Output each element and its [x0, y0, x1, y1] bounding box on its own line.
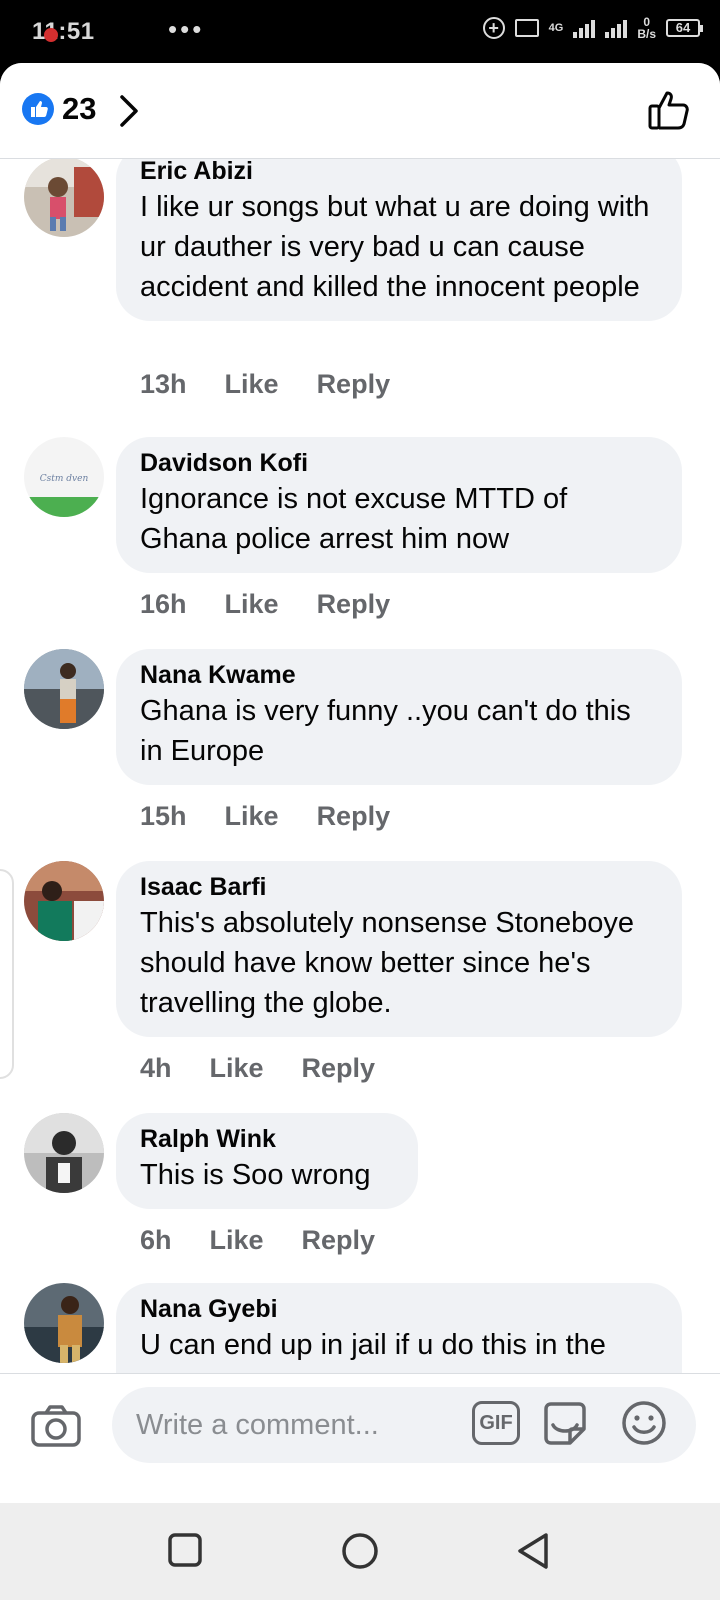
cast-icon [514, 19, 539, 37]
comment-actions: 16h Like Reply [140, 589, 428, 620]
thumbs-up-icon[interactable] [646, 87, 692, 138]
like-button[interactable]: Like [225, 589, 279, 620]
emoji-icon[interactable] [620, 1399, 668, 1452]
like-button[interactable]: Like [225, 801, 279, 832]
comment-author[interactable]: Davidson Kofi [140, 447, 658, 479]
reaction-count[interactable]: 23 [62, 91, 96, 127]
edge-panel-handle[interactable] [0, 869, 14, 1079]
comment-field[interactable]: GIF [112, 1387, 696, 1463]
avatar[interactable]: Cstm dven [24, 437, 104, 517]
reply-button[interactable]: Reply [302, 1225, 376, 1256]
status-bar: 11:51 ••• + 4G 0 B/s 64 [0, 0, 720, 64]
comment-input[interactable] [136, 1387, 456, 1463]
battery-icon: 64 [666, 19, 703, 37]
reply-button[interactable]: Reply [317, 801, 391, 832]
avatar[interactable] [24, 649, 104, 729]
comment-actions: 4h Like Reply [140, 1053, 413, 1084]
comment-bubble[interactable]: Eric Abizi I like ur songs but what u ar… [116, 159, 682, 321]
comment-text: I like ur songs but what u are doing wit… [140, 191, 650, 303]
home-circle-icon[interactable] [340, 1531, 380, 1576]
system-nav-bar [0, 1503, 720, 1600]
avatar[interactable] [24, 1113, 104, 1193]
like-button[interactable]: Like [210, 1053, 264, 1084]
comment-time[interactable]: 4h [140, 1053, 172, 1084]
comment-actions: 6h Like Reply [140, 1225, 413, 1256]
recording-dot-icon [44, 28, 58, 42]
comment-bubble[interactable]: Nana Gyebi U can end up in jail if u do … [116, 1283, 682, 1373]
chevron-right-icon[interactable] [118, 93, 140, 134]
camera-icon[interactable] [30, 1404, 82, 1453]
comment-composer: GIF [0, 1373, 720, 1473]
comment-bubble[interactable]: Davidson Kofi Ignorance is not excuse MT… [116, 437, 682, 573]
like-reaction-icon[interactable] [22, 93, 54, 125]
comment-author[interactable]: Eric Abizi [140, 159, 658, 187]
signal-1-icon [573, 18, 596, 38]
network-type: 4G [548, 22, 564, 34]
comment-author[interactable]: Isaac Barfi [140, 871, 658, 903]
reactions-header: 23 [0, 63, 720, 159]
signal-2-icon [605, 18, 628, 38]
comment-text: This is Soo wrong [140, 1159, 371, 1191]
comment-actions: 13h Like Reply [140, 369, 428, 400]
comment-author[interactable]: Nana Kwame [140, 659, 658, 691]
network-speed: 0 B/s [637, 15, 656, 41]
comment-actions: 15h Like Reply [140, 801, 428, 832]
comment-author[interactable]: Ralph Wink [140, 1123, 394, 1155]
comment-bubble[interactable]: Ralph Wink This is Soo wrong [116, 1113, 418, 1209]
back-triangle-icon[interactable] [514, 1531, 554, 1576]
status-time: 11:51 [32, 18, 95, 45]
reply-button[interactable]: Reply [317, 369, 391, 400]
comment-bubble[interactable]: Nana Kwame Ghana is very funny ..you can… [116, 649, 682, 785]
comment-list[interactable]: Eric Abizi I like ur songs but what u ar… [0, 159, 720, 1373]
recents-square-icon[interactable] [166, 1531, 204, 1574]
comment-time[interactable]: 6h [140, 1225, 172, 1256]
status-icons: + 4G 0 B/s 64 [482, 15, 703, 41]
like-button[interactable]: Like [210, 1225, 264, 1256]
comment-time[interactable]: 16h [140, 589, 187, 620]
comment-author[interactable]: Nana Gyebi [140, 1293, 658, 1325]
data-saver-icon: + [482, 17, 505, 39]
comment-text: U can end up in jail if u do this in the… [140, 1329, 606, 1373]
like-button[interactable]: Like [225, 369, 279, 400]
avatar[interactable] [24, 1283, 104, 1363]
reply-button[interactable]: Reply [317, 589, 391, 620]
comment-bubble[interactable]: Isaac Barfi This's absolutely nonsense S… [116, 861, 682, 1037]
comment-text: Ghana is very funny ..you can't do this … [140, 695, 631, 767]
comment-text: Ignorance is not excuse MTTD of Ghana po… [140, 483, 568, 555]
reply-button[interactable]: Reply [302, 1053, 376, 1084]
sticker-icon[interactable] [540, 1399, 590, 1454]
comment-time[interactable]: 15h [140, 801, 187, 832]
avatar[interactable] [24, 861, 104, 941]
comment-time[interactable]: 13h [140, 369, 187, 400]
avatar[interactable] [24, 159, 104, 237]
svg-text:Cstm dven: Cstm dven [40, 474, 89, 484]
comment-text: This's absolutely nonsense Stoneboye sho… [140, 907, 635, 1019]
notification-dots-icon: ••• [168, 14, 205, 44]
gif-button[interactable]: GIF [472, 1401, 520, 1445]
comments-sheet: 23 Eric Abizi I like ur songs but what u… [0, 63, 720, 1503]
